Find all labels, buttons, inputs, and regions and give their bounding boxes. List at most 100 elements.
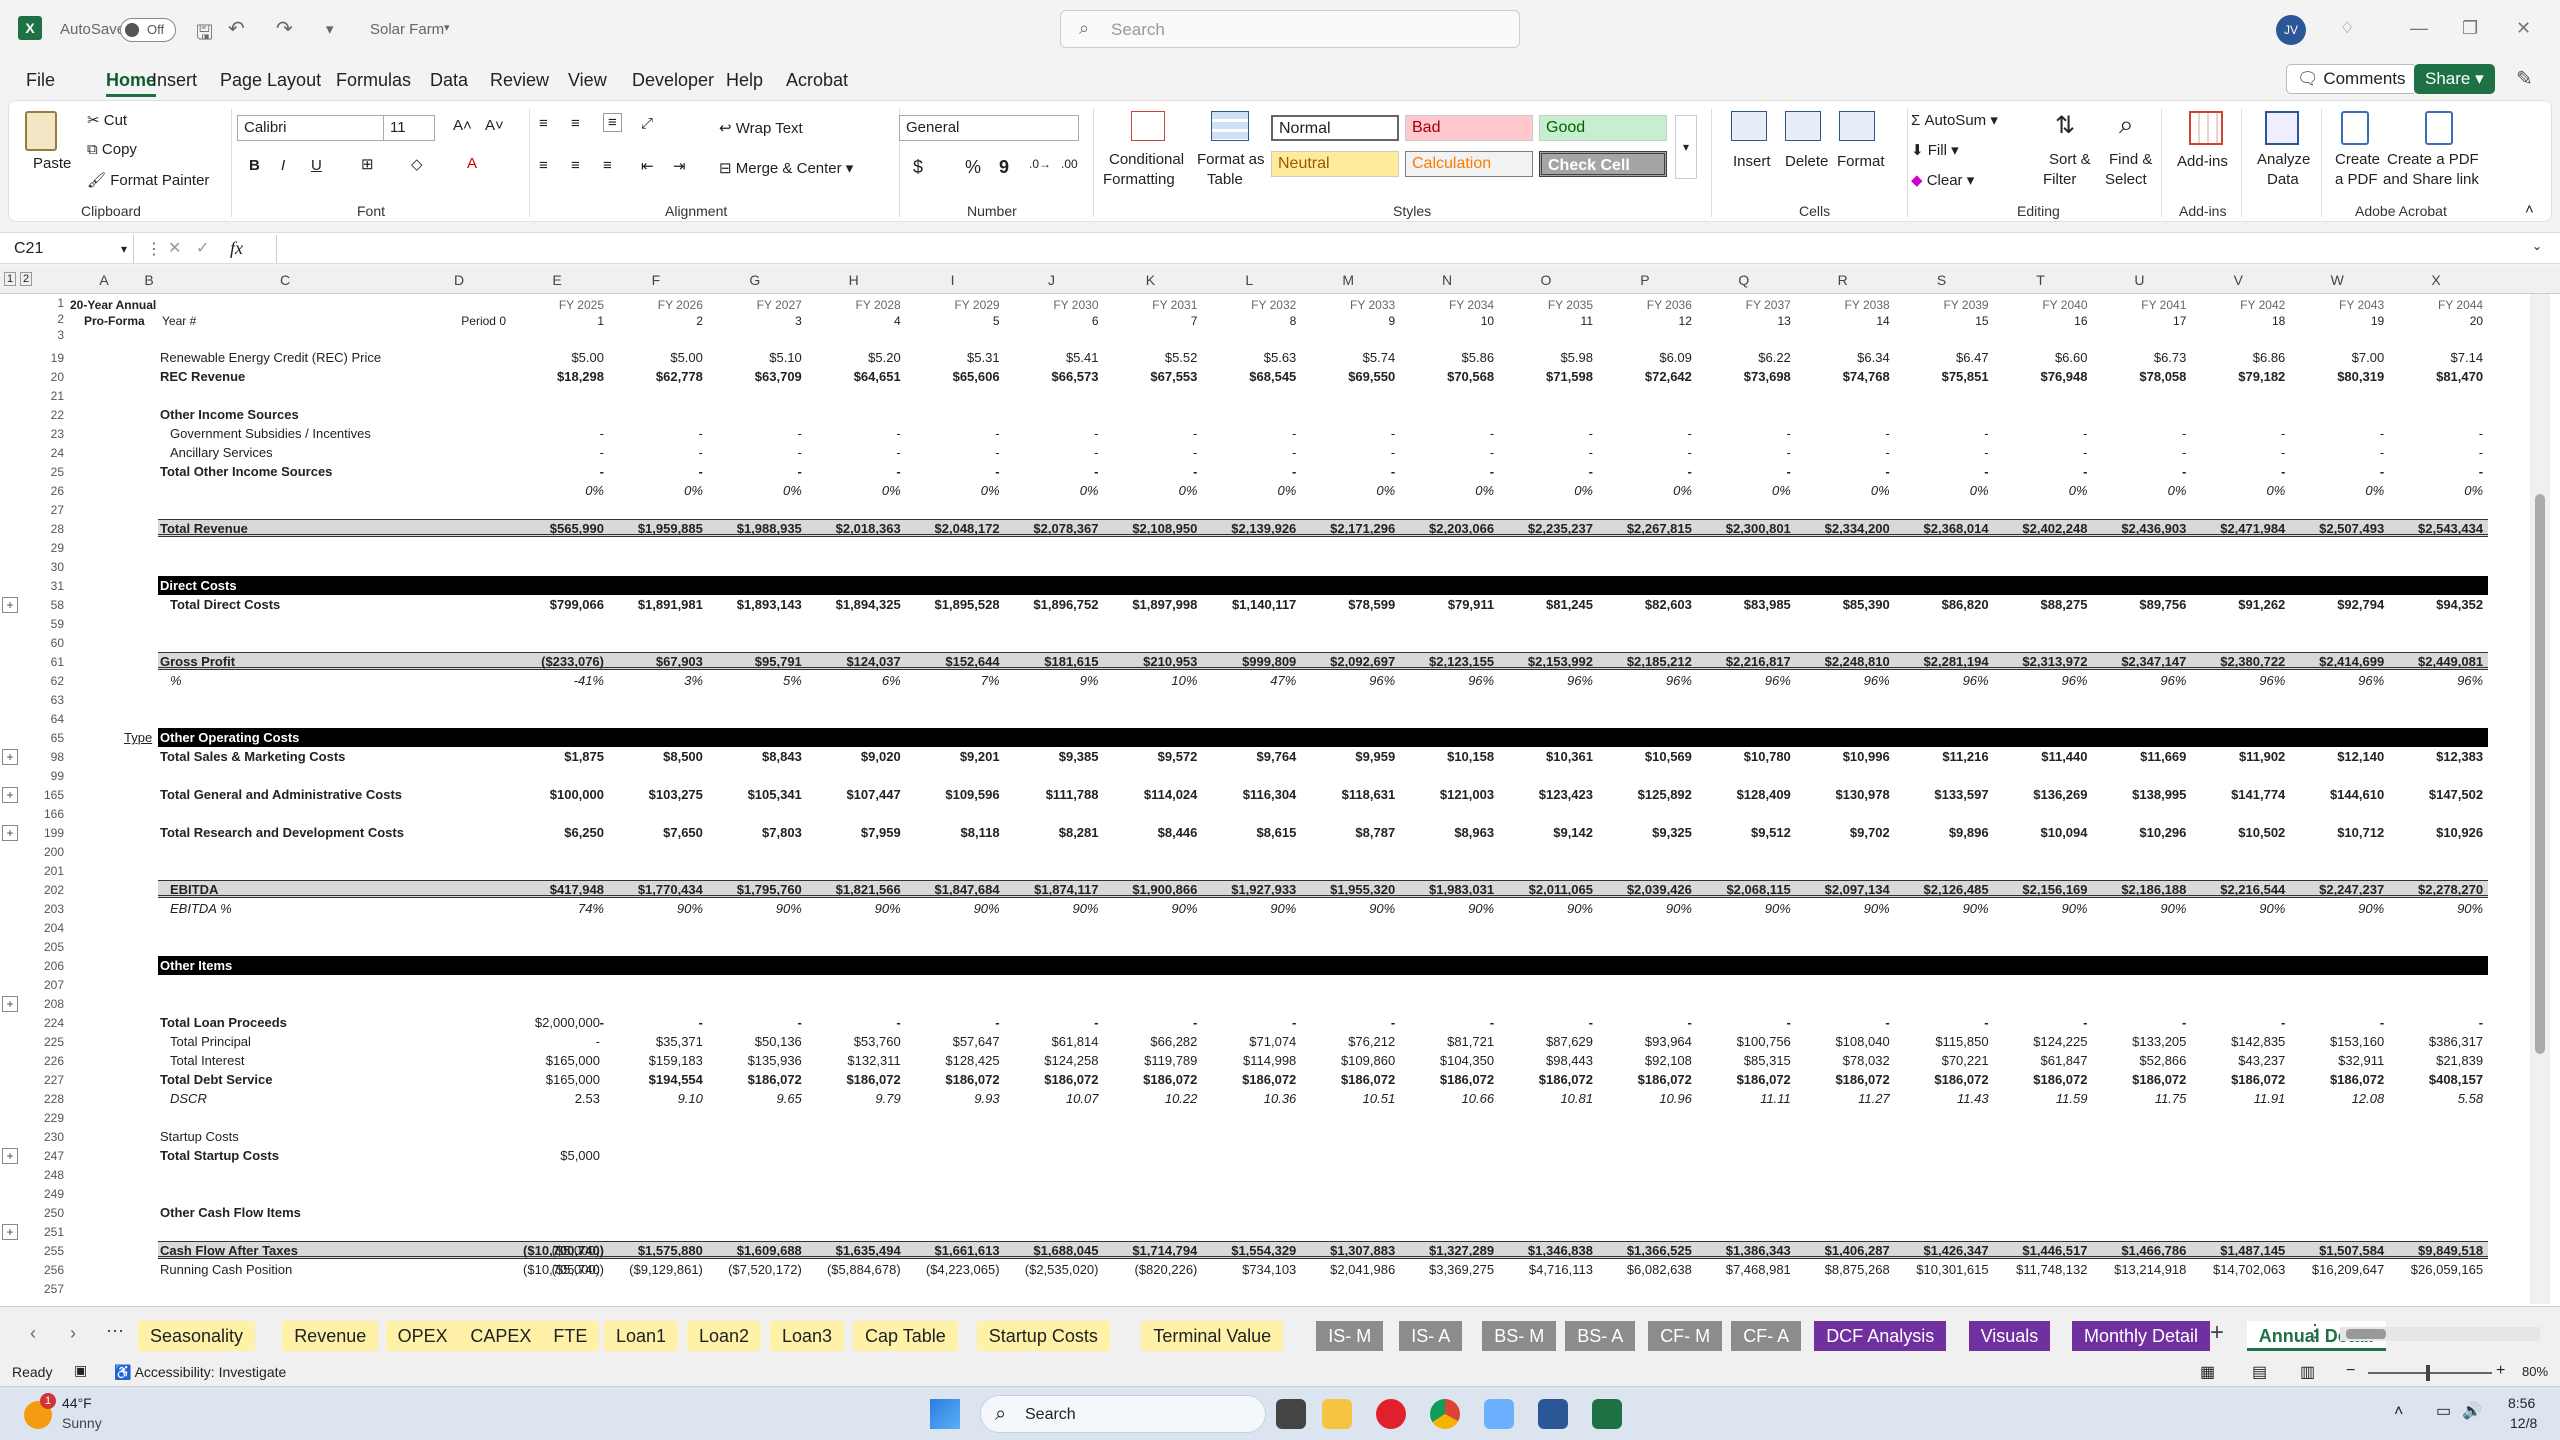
row-label[interactable]: Government Subsidies / Incentives (170, 426, 371, 441)
close-icon[interactable]: ✕ (2516, 18, 2531, 39)
value-cell[interactable]: - (1992, 464, 2087, 479)
font-color-icon[interactable]: A (467, 155, 477, 172)
value-cell[interactable]: $135,936 (706, 1053, 802, 1068)
addins-button[interactable]: Add-ins (2177, 153, 2228, 170)
value-cell[interactable]: 11.11 (1695, 1091, 1791, 1106)
share-pdf-button[interactable]: Create a PDF (2387, 151, 2479, 168)
value-cell[interactable]: 9.93 (904, 1091, 999, 1106)
value-cell[interactable]: 0% (2387, 483, 2483, 498)
value-cell[interactable]: $8,875,268 (1794, 1262, 1890, 1277)
tray-chevron-icon[interactable]: ˄ (2394, 1403, 2403, 1421)
year-number[interactable]: 2 (607, 314, 703, 328)
value-cell[interactable]: $1,959,885 (607, 521, 703, 536)
value-cell[interactable]: - (904, 464, 999, 479)
value-cell[interactable]: $87,629 (1497, 1034, 1593, 1049)
value-cell[interactable]: $114,024 (1101, 787, 1198, 802)
value-cell[interactable]: 90% (805, 901, 901, 916)
decrease-decimal-icon[interactable]: .00 (1061, 157, 1078, 171)
value-cell[interactable]: 96% (1299, 673, 1395, 688)
fy-header[interactable]: FY 2026 (607, 298, 703, 312)
value-cell[interactable]: $1,635,494 (805, 1243, 901, 1258)
value-cell[interactable]: $186,072 (1299, 1072, 1395, 1087)
value-cell[interactable]: $2,216,544 (2189, 882, 2285, 897)
page-break-view-icon[interactable]: ▥ (2300, 1362, 2315, 1382)
value-cell[interactable]: 90% (2189, 901, 2285, 916)
tab-view[interactable]: View (568, 70, 607, 91)
value-cell[interactable]: $133,205 (2090, 1034, 2186, 1049)
value-cell[interactable]: - (1794, 445, 1889, 460)
value-cell[interactable]: 0% (1893, 483, 1989, 498)
analyze-data-button[interactable]: Analyze (2257, 151, 2310, 168)
value-cell[interactable]: $2,380,722 (2189, 654, 2285, 669)
row-number[interactable]: 27 (24, 503, 64, 517)
column-header-U[interactable]: U (2090, 272, 2188, 288)
year-number[interactable]: 5 (904, 314, 1000, 328)
sheet-tab[interactable]: Loan1 (604, 1321, 679, 1351)
save-icon[interactable]: 🖫 (196, 18, 213, 52)
sheet-tab[interactable]: Startup Costs (976, 1321, 1110, 1351)
row-label[interactable]: DSCR (170, 1091, 207, 1106)
sort-filter-button[interactable]: Sort & (2049, 151, 2091, 168)
value-cell[interactable]: $186,072 (1200, 1072, 1296, 1087)
value-cell[interactable]: 90% (1794, 901, 1890, 916)
value-cell[interactable]: $74,768 (1794, 369, 1890, 384)
row-number[interactable]: 25 (24, 465, 64, 479)
percent-button[interactable]: % (965, 157, 981, 178)
row-number[interactable]: 3 (24, 328, 64, 342)
value-cell[interactable]: 10.81 (1497, 1091, 1593, 1106)
sheet-tab[interactable]: FTE (541, 1321, 600, 1351)
value-cell[interactable]: $2,186,188 (2090, 882, 2186, 897)
value-cell[interactable]: - (607, 426, 703, 441)
value-cell[interactable]: 0% (2189, 483, 2286, 498)
value-cell[interactable]: $1,688,045 (1003, 1243, 1098, 1258)
value-cell[interactable]: - (508, 464, 604, 479)
value-cell[interactable]: $16,209,647 (2288, 1262, 2384, 1277)
value-cell[interactable]: - (805, 445, 900, 460)
number-format-select[interactable]: General (899, 115, 1079, 141)
year-number[interactable]: 10 (1398, 314, 1494, 328)
value-cell[interactable]: - (904, 1015, 999, 1030)
format-painter-button[interactable]: 🖌 Format Painter (87, 171, 209, 189)
value-cell[interactable]: $124,258 (1003, 1053, 1098, 1068)
value-cell[interactable]: $186,072 (1596, 1072, 1692, 1087)
value-cell[interactable]: - (1992, 426, 2087, 441)
row-label[interactable]: Total Revenue (160, 521, 248, 536)
value-cell[interactable]: $7,650 (607, 825, 703, 840)
value-cell[interactable]: $109,596 (904, 787, 999, 802)
decrease-font-icon[interactable]: A˅ (485, 117, 504, 134)
enter-icon[interactable]: ✓ (196, 238, 209, 258)
value-cell[interactable]: - (706, 1015, 801, 1030)
expand-formula-icon[interactable]: ⌄ (2532, 239, 2542, 253)
increase-decimal-icon[interactable]: .0→ (1029, 157, 1051, 171)
row-number[interactable]: 250 (24, 1206, 64, 1220)
value-cell[interactable]: $2,436,903 (2090, 521, 2186, 536)
row-label[interactable]: Total Startup Costs (160, 1148, 279, 1163)
style-good[interactable]: Good (1539, 115, 1667, 141)
value-cell[interactable]: $6.86 (2189, 350, 2286, 365)
row-label[interactable]: EBITDA % (170, 901, 232, 916)
value-cell[interactable]: $138,995 (2090, 787, 2186, 802)
row-number[interactable]: 224 (24, 1016, 64, 1030)
value-cell[interactable]: 90% (1497, 901, 1593, 916)
excel-taskbar-icon[interactable] (1592, 1399, 1622, 1429)
tab-acrobat[interactable]: Acrobat (786, 70, 848, 91)
value-cell[interactable]: $1,554,329 (1200, 1243, 1296, 1258)
value-cell[interactable]: $5.00 (508, 350, 604, 365)
value-cell[interactable]: - (1299, 445, 1395, 460)
value-cell[interactable]: 90% (1200, 901, 1296, 916)
comments-button[interactable]: 🗨 Comments (2286, 64, 2417, 94)
value-cell[interactable]: $10,780 (1695, 749, 1791, 764)
row-label[interactable]: % (170, 673, 182, 688)
value-cell[interactable]: $2,108,950 (1101, 521, 1197, 536)
row-number[interactable]: 247 (24, 1149, 64, 1163)
value-cell[interactable]: ($4,223,065) (904, 1262, 1000, 1277)
value-cell[interactable]: - (1695, 426, 1790, 441)
value-cell[interactable]: $105,341 (706, 787, 802, 802)
row-label[interactable]: Other Cash Flow Items (160, 1205, 301, 1220)
value-cell[interactable]: $8,615 (1200, 825, 1297, 840)
value-cell[interactable]: $2,402,248 (1992, 521, 2087, 536)
value-cell[interactable]: $69,550 (1299, 369, 1395, 384)
row-number[interactable]: 98 (24, 750, 64, 764)
row-label[interactable]: Total Loan Proceeds (160, 1015, 287, 1030)
value-cell[interactable]: $2,126,485 (1893, 882, 1989, 897)
